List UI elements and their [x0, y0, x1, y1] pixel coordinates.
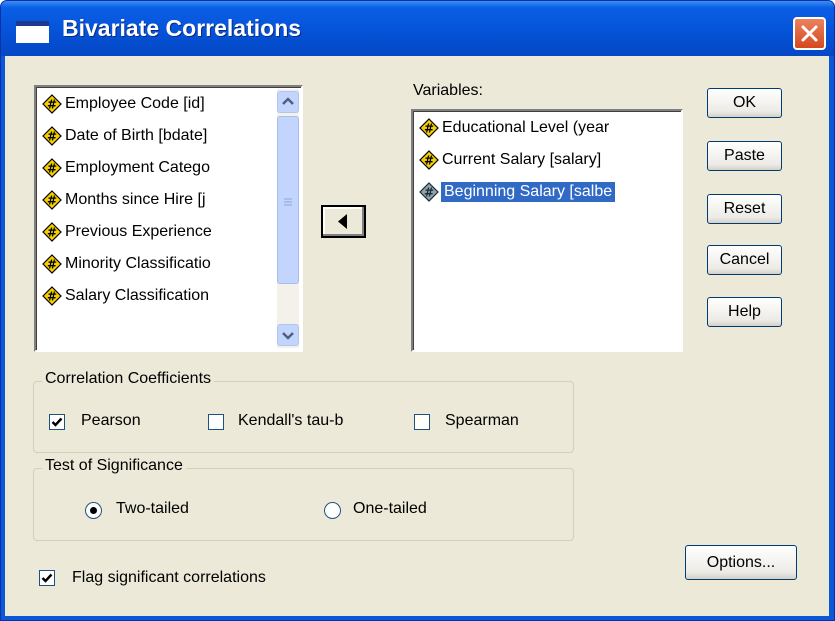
list-item-label: Employee Code [id] — [65, 95, 205, 112]
variables-label: Variables: — [413, 82, 483, 99]
group-title: Correlation Coefficients — [42, 370, 215, 388]
source-variable-list[interactable]: Employee Code [id] Date of Birth [bdate] E… — [34, 85, 303, 352]
list-item[interactable]: Current Salary [salary] — [419, 147, 601, 173]
target-variable-list[interactable]: Educational Level (year Current Salary [s… — [411, 109, 683, 352]
scroll-thumb[interactable] — [277, 116, 299, 284]
dialog-body: Employee Code [id] Date of Birth [bdate] E… — [5, 56, 829, 616]
list-item[interactable]: Previous Experience — [42, 219, 212, 245]
list-item[interactable]: Beginning Salary [salbe — [419, 179, 616, 205]
list-item-label: Educational Level (year — [442, 119, 610, 136]
scroll-up-button[interactable] — [277, 91, 299, 113]
list-item-label: Previous Experience — [65, 223, 212, 240]
scale-variable-icon — [42, 158, 62, 178]
scale-variable-icon — [42, 190, 62, 210]
list-item-label: Current Salary [salary] — [442, 151, 602, 168]
one-tailed-label: One-tailed — [353, 500, 427, 517]
window-icon — [16, 21, 49, 43]
list-item[interactable]: Employee Code [id] — [42, 91, 205, 117]
list-item-label: Months since Hire [j — [65, 191, 206, 208]
flag-significant-label: Flag significant correlations — [72, 569, 266, 586]
list-item-label: Minority Classificatio — [65, 255, 211, 272]
two-tailed-label: Two-tailed — [116, 500, 189, 517]
vertical-scrollbar[interactable] — [277, 89, 299, 348]
reset-button[interactable]: Reset — [707, 194, 782, 224]
list-item-label: Employment Catego — [65, 159, 210, 176]
list-item-label: Salary Classification — [65, 287, 210, 304]
list-item[interactable]: Months since Hire [j — [42, 187, 206, 213]
move-variable-button[interactable] — [321, 205, 366, 238]
scale-variable-icon — [419, 182, 439, 202]
options-button[interactable]: Options... — [685, 545, 797, 580]
window-title: Bivariate Correlations — [62, 15, 302, 41]
list-item[interactable]: Date of Birth [bdate] — [42, 123, 207, 149]
pearson-label: Pearson — [81, 412, 141, 429]
move-arrow-left-icon — [338, 214, 347, 229]
scale-variable-icon — [42, 126, 62, 146]
list-item[interactable]: Educational Level (year — [419, 115, 609, 141]
list-item-label: Date of Birth [bdate] — [65, 127, 208, 144]
chevron-down-icon — [282, 332, 294, 340]
list-item-label: Beginning Salary [salbe — [441, 182, 616, 202]
checkmark-icon — [51, 417, 63, 427]
grip-icon — [284, 198, 292, 206]
ok-button[interactable]: OK — [707, 88, 782, 118]
group-title: Test of Significance — [42, 457, 186, 475]
list-item[interactable]: Employment Catego — [42, 155, 210, 181]
dialog-window: Bivariate Correlations Employee Code [id… — [0, 0, 835, 621]
spearman-checkbox[interactable] — [414, 414, 430, 430]
list-item[interactable]: Salary Classification — [42, 283, 209, 309]
spearman-label: Spearman — [445, 412, 519, 429]
chevron-up-icon — [282, 97, 294, 105]
scale-variable-icon — [419, 150, 439, 170]
scale-variable-icon — [42, 222, 62, 242]
correlation-coefficients-group: Correlation Coefficients Pearson Kendall… — [33, 370, 574, 453]
two-tailed-radio[interactable] — [85, 502, 102, 519]
flag-significant-checkbox[interactable] — [39, 570, 55, 586]
kendall-label: Kendall's tau-b — [238, 412, 344, 429]
scale-variable-icon — [419, 118, 439, 138]
close-button[interactable] — [793, 17, 826, 50]
scale-variable-icon — [42, 94, 62, 114]
scroll-down-button[interactable] — [277, 324, 299, 346]
pearson-checkbox[interactable] — [49, 414, 65, 430]
scale-variable-icon — [42, 286, 62, 306]
help-button[interactable]: Help — [707, 297, 782, 327]
list-item[interactable]: Minority Classificatio — [42, 251, 211, 277]
one-tailed-radio[interactable] — [324, 502, 341, 519]
checkmark-icon — [41, 573, 53, 583]
close-icon — [801, 25, 818, 42]
scale-variable-icon — [42, 254, 62, 274]
cancel-button[interactable]: Cancel — [707, 245, 782, 275]
title-bar[interactable]: Bivariate Correlations — [1, 1, 834, 56]
test-of-significance-group: Test of Significance Two-tailed One-tail… — [33, 457, 574, 541]
radio-selected-dot — [90, 507, 97, 514]
paste-button[interactable]: Paste — [707, 141, 782, 171]
kendall-checkbox[interactable] — [208, 414, 224, 430]
